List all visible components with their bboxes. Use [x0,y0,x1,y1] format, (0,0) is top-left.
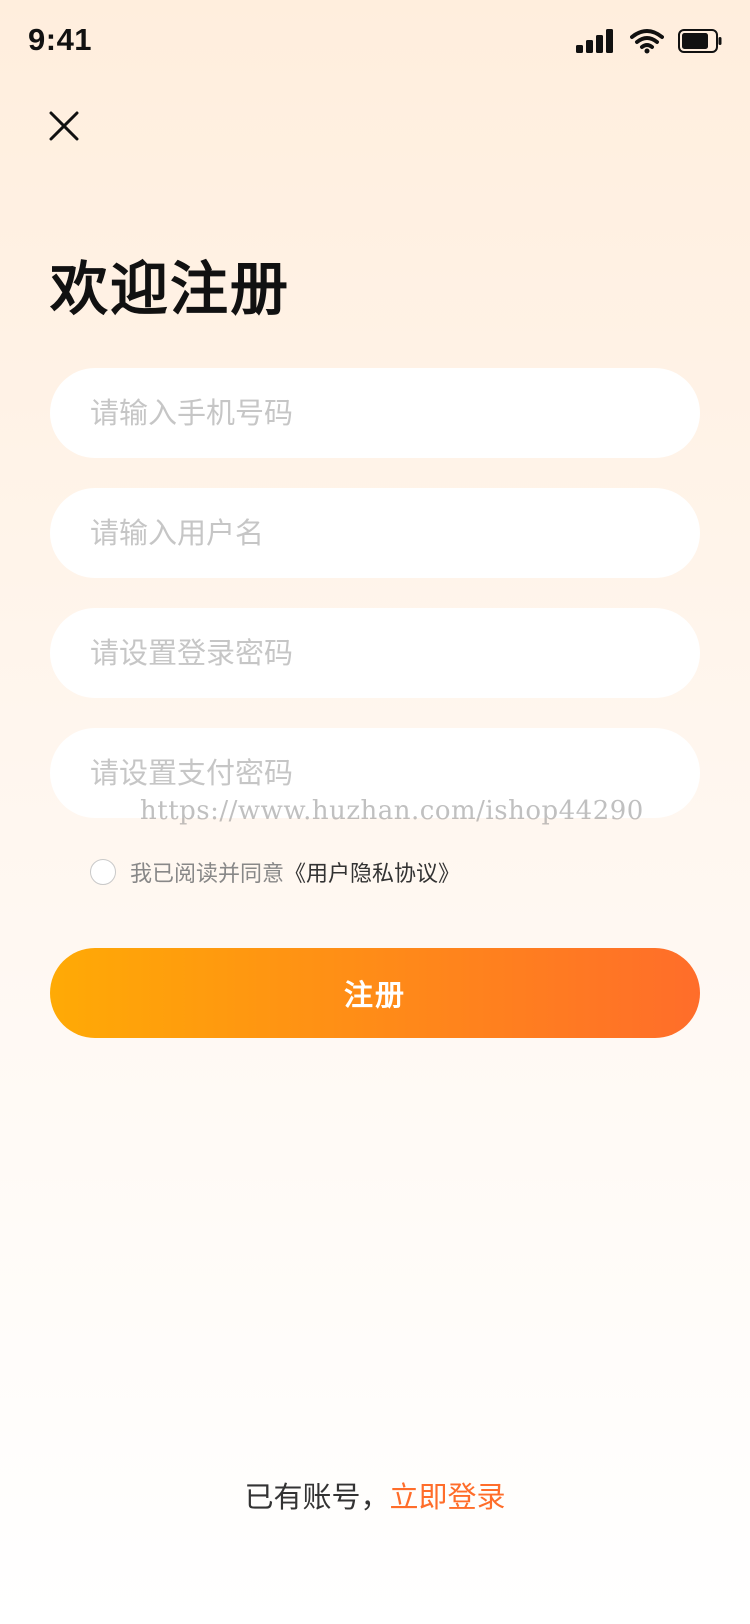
login-prompt-text: 已有账号， [244,1480,390,1514]
privacy-agreement-link[interactable]: 《用户隐私协议》 [284,856,460,888]
register-button[interactable]: 注册 [50,948,700,1038]
status-time: 9:41 [28,22,93,57]
agreement-text: 我已阅读并同意 [130,862,285,887]
login-password-input[interactable] [88,607,662,699]
pay-password-field[interactable] [50,727,700,819]
agreement-row: 我已阅读并同意 《用户隐私协议》 [90,854,460,890]
close-icon [48,110,80,146]
login-password-field[interactable] [50,607,700,699]
pay-password-input[interactable] [88,727,662,819]
agreement-checkbox[interactable] [90,859,116,885]
battery-icon [678,29,722,53]
signal-icon [576,29,616,53]
status-bar: 9:41 [0,0,750,88]
username-field[interactable] [50,487,700,579]
page-title: 欢迎注册 [50,255,291,323]
login-link[interactable]: 立即登录 [390,1480,506,1514]
close-button[interactable] [40,104,88,152]
username-input[interactable] [88,487,662,579]
status-icons [576,28,722,54]
phone-input[interactable] [88,367,662,459]
phone-field[interactable] [50,367,700,459]
wifi-icon [630,28,664,54]
login-prompt: 已有账号，立即登录 [0,1474,750,1516]
